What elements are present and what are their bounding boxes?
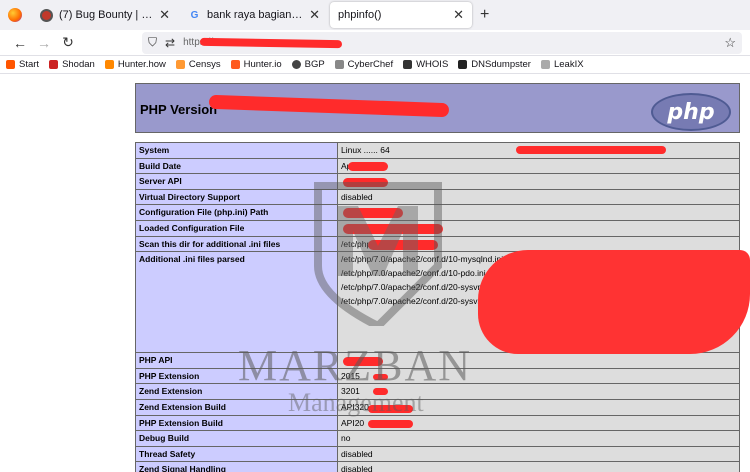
reload-icon[interactable]: ↻ <box>56 34 80 51</box>
hunter-how-icon <box>104 60 114 69</box>
shield-icon[interactable]: ⛉ <box>148 35 157 50</box>
tab-title: bank raya bagian bank apa - Pe <box>207 9 305 21</box>
bookmark-whois[interactable]: WHOIS <box>403 59 448 70</box>
bookmark-bgp[interactable]: BGP <box>291 59 325 70</box>
firefox-icon[interactable] <box>8 8 22 22</box>
redstorm-icon <box>40 8 53 22</box>
version-redaction <box>208 94 450 118</box>
bookmark-hunter-how[interactable]: Hunter.how <box>104 59 166 70</box>
bookmark-cyberchef[interactable]: CyberChef <box>334 59 393 70</box>
tab-title: phpinfo() <box>338 9 382 21</box>
whois-icon <box>403 60 413 69</box>
row-value: disabled <box>337 445 740 463</box>
row-key: System <box>135 142 338 159</box>
bookmark-hunter-io[interactable]: Hunter.io <box>230 59 282 70</box>
redaction-mark <box>516 146 666 154</box>
forward-icon[interactable]: → <box>32 35 56 51</box>
bookmark-star-icon[interactable]: ☆ <box>724 35 736 51</box>
google-icon: G <box>190 9 199 21</box>
row-key: Zend Signal Handling <box>135 461 338 472</box>
bgp-icon <box>291 60 301 69</box>
bookmark-dnsdumpster[interactable]: DNSdumpster <box>458 59 531 70</box>
url-redaction <box>199 37 343 48</box>
row-key: Thread Safety <box>135 445 338 463</box>
tab-strip: (7) Bug Bounty | RedStorm | Pre ✕ G bank… <box>0 0 750 30</box>
row-key: Build Date <box>135 157 338 175</box>
start-icon <box>6 60 15 69</box>
navigation-bar: ← → ↻ ⛉ ⇄ https:// ☆ <box>0 30 750 56</box>
bookmark-censys[interactable]: Censys <box>175 59 221 70</box>
close-icon[interactable]: ✕ <box>155 7 170 23</box>
url-bar[interactable]: ⛉ ⇄ https:// ☆ <box>142 31 742 54</box>
php-version-label: PHP Version <box>140 102 218 117</box>
bookmark-leakix[interactable]: LeakIX <box>540 59 584 70</box>
row-value: Ap <box>337 157 740 175</box>
shodan-icon <box>49 60 59 69</box>
new-tab-icon[interactable]: + <box>480 6 489 24</box>
row-value: Linux ...... 64 <box>337 142 740 159</box>
table-row: Zend Extension Build API320 <box>135 398 740 416</box>
page-content: PHP Version php System Linux ...... 64 Bui… <box>0 76 750 472</box>
large-redaction <box>478 250 750 354</box>
php-version-header: PHP Version php <box>135 83 740 133</box>
row-value-text: no <box>341 433 351 444</box>
table-row: System Linux ...... 64 <box>135 142 740 159</box>
row-value-text: disabled <box>341 464 373 472</box>
tab-google[interactable]: G bank raya bagian bank apa - Pe ✕ <box>180 2 328 28</box>
php-logo: php <box>651 93 731 131</box>
redaction-mark <box>368 419 413 428</box>
table-row: Debug Build no <box>135 430 740 447</box>
permissions-icon[interactable]: ⇄ <box>165 36 175 50</box>
watermark-title: MARZBAN <box>238 341 473 390</box>
marzban-shield-watermark <box>314 182 442 326</box>
close-icon[interactable]: ✕ <box>449 7 464 23</box>
table-row: Thread Safety disabled <box>135 445 740 463</box>
redaction-mark <box>348 161 388 171</box>
bookmark-shodan[interactable]: Shodan <box>49 59 95 70</box>
table-row: Zend Signal Handling disabled <box>135 461 740 472</box>
table-row: PHP Extension Build API20 <box>135 414 740 432</box>
close-icon[interactable]: ✕ <box>305 7 320 23</box>
tab-redstorm[interactable]: (7) Bug Bounty | RedStorm | Pre ✕ <box>32 2 178 28</box>
watermark-subtitle: Management <box>288 388 424 417</box>
censys-icon <box>175 60 185 69</box>
cyberchef-icon <box>334 60 344 69</box>
tab-title: (7) Bug Bounty | RedStorm | Pre <box>59 9 156 21</box>
leakix-icon <box>540 60 550 69</box>
hunter-io-icon <box>230 60 240 69</box>
row-key: Debug Build <box>135 430 338 447</box>
dnsdumpster-icon <box>458 60 468 69</box>
row-value-text: API20 <box>341 417 365 428</box>
bookmarks-toolbar: Start Shodan Hunter.how Censys Hunter.io… <box>0 56 750 74</box>
tab-phpinfo[interactable]: phpinfo() ✕ <box>330 2 472 28</box>
row-value-text: Linux ...... 64 <box>341 145 390 155</box>
row-value-text: disabled <box>341 448 373 459</box>
row-value: disabled <box>337 461 740 472</box>
row-value: no <box>337 430 740 447</box>
table-row: Build Date Ap <box>135 157 740 175</box>
back-icon[interactable]: ← <box>8 35 32 51</box>
bookmark-start[interactable]: Start <box>6 59 39 70</box>
